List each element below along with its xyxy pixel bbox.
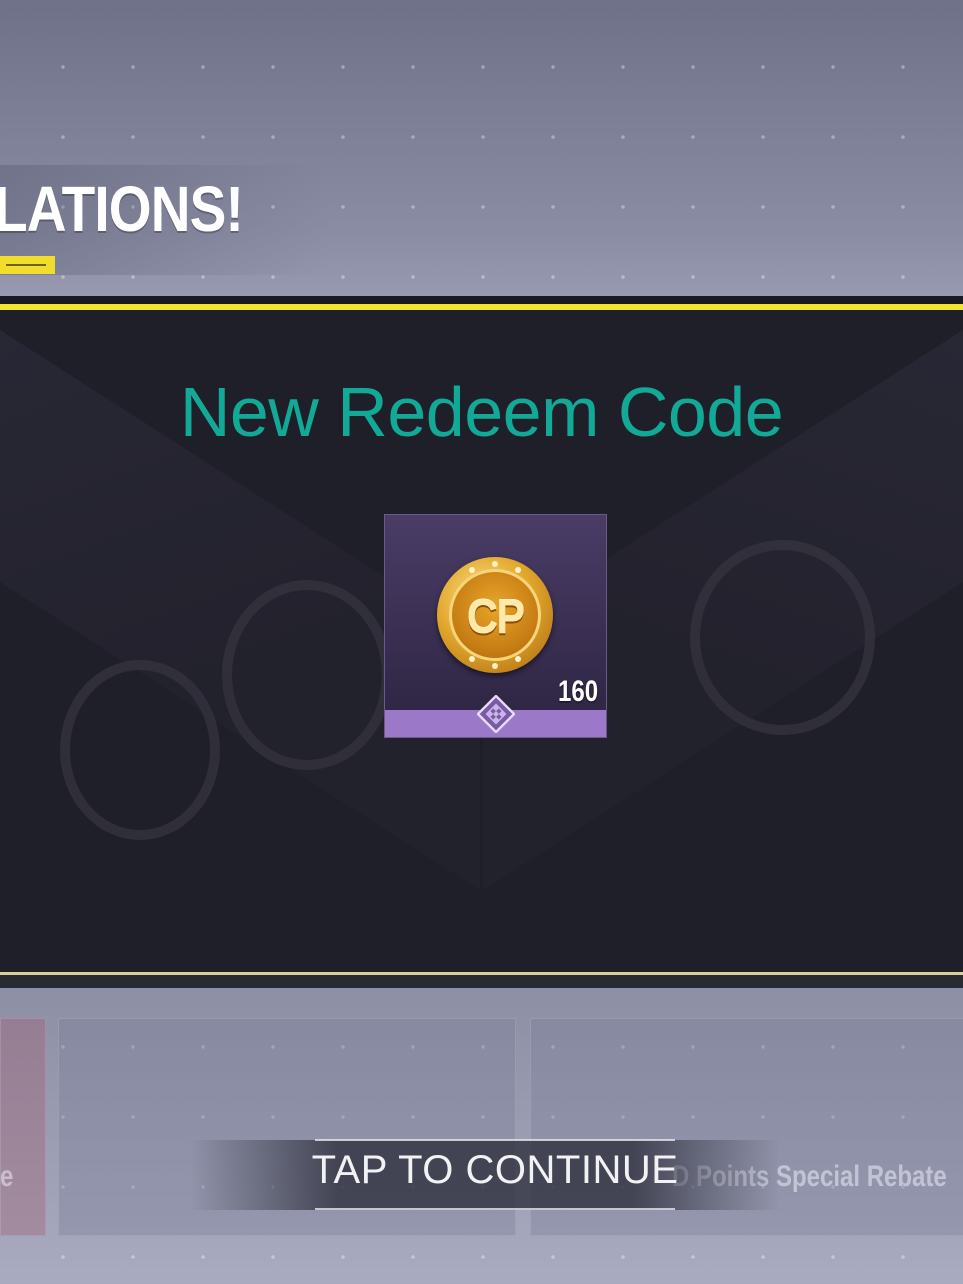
store-item-left-caption: e xyxy=(0,1160,14,1193)
coin-dot xyxy=(469,656,475,662)
ghost-ring-center-left xyxy=(222,580,392,770)
panel-bottom-edge xyxy=(0,975,963,988)
cp-coin-face: CP xyxy=(449,569,541,661)
coin-dot xyxy=(492,663,498,669)
coin-dot xyxy=(492,561,498,567)
coin-dot xyxy=(515,656,521,662)
tap-bottom-line xyxy=(315,1208,675,1210)
header-accent-tag xyxy=(0,256,55,274)
tap-to-continue-button[interactable]: TAP TO CONTINUE xyxy=(190,1148,800,1193)
congratulations-heading: LATIONS! xyxy=(0,173,244,245)
cp-coin-icon: CP xyxy=(437,557,553,673)
coin-dot xyxy=(469,567,475,573)
ghost-ring-right xyxy=(690,540,875,735)
reward-amount: 160 xyxy=(557,675,598,708)
cp-coin-label: CP xyxy=(466,591,525,644)
panel-top-accent-line xyxy=(0,304,963,310)
store-item-left xyxy=(0,1018,46,1236)
reward-item-card[interactable]: CP 160 xyxy=(384,514,607,738)
rarity-diamond-icon xyxy=(477,695,515,733)
reward-title: New Redeem Code xyxy=(179,373,784,451)
ghost-ring-left xyxy=(60,660,220,840)
coin-dot xyxy=(515,567,521,573)
tap-top-line xyxy=(315,1139,675,1141)
